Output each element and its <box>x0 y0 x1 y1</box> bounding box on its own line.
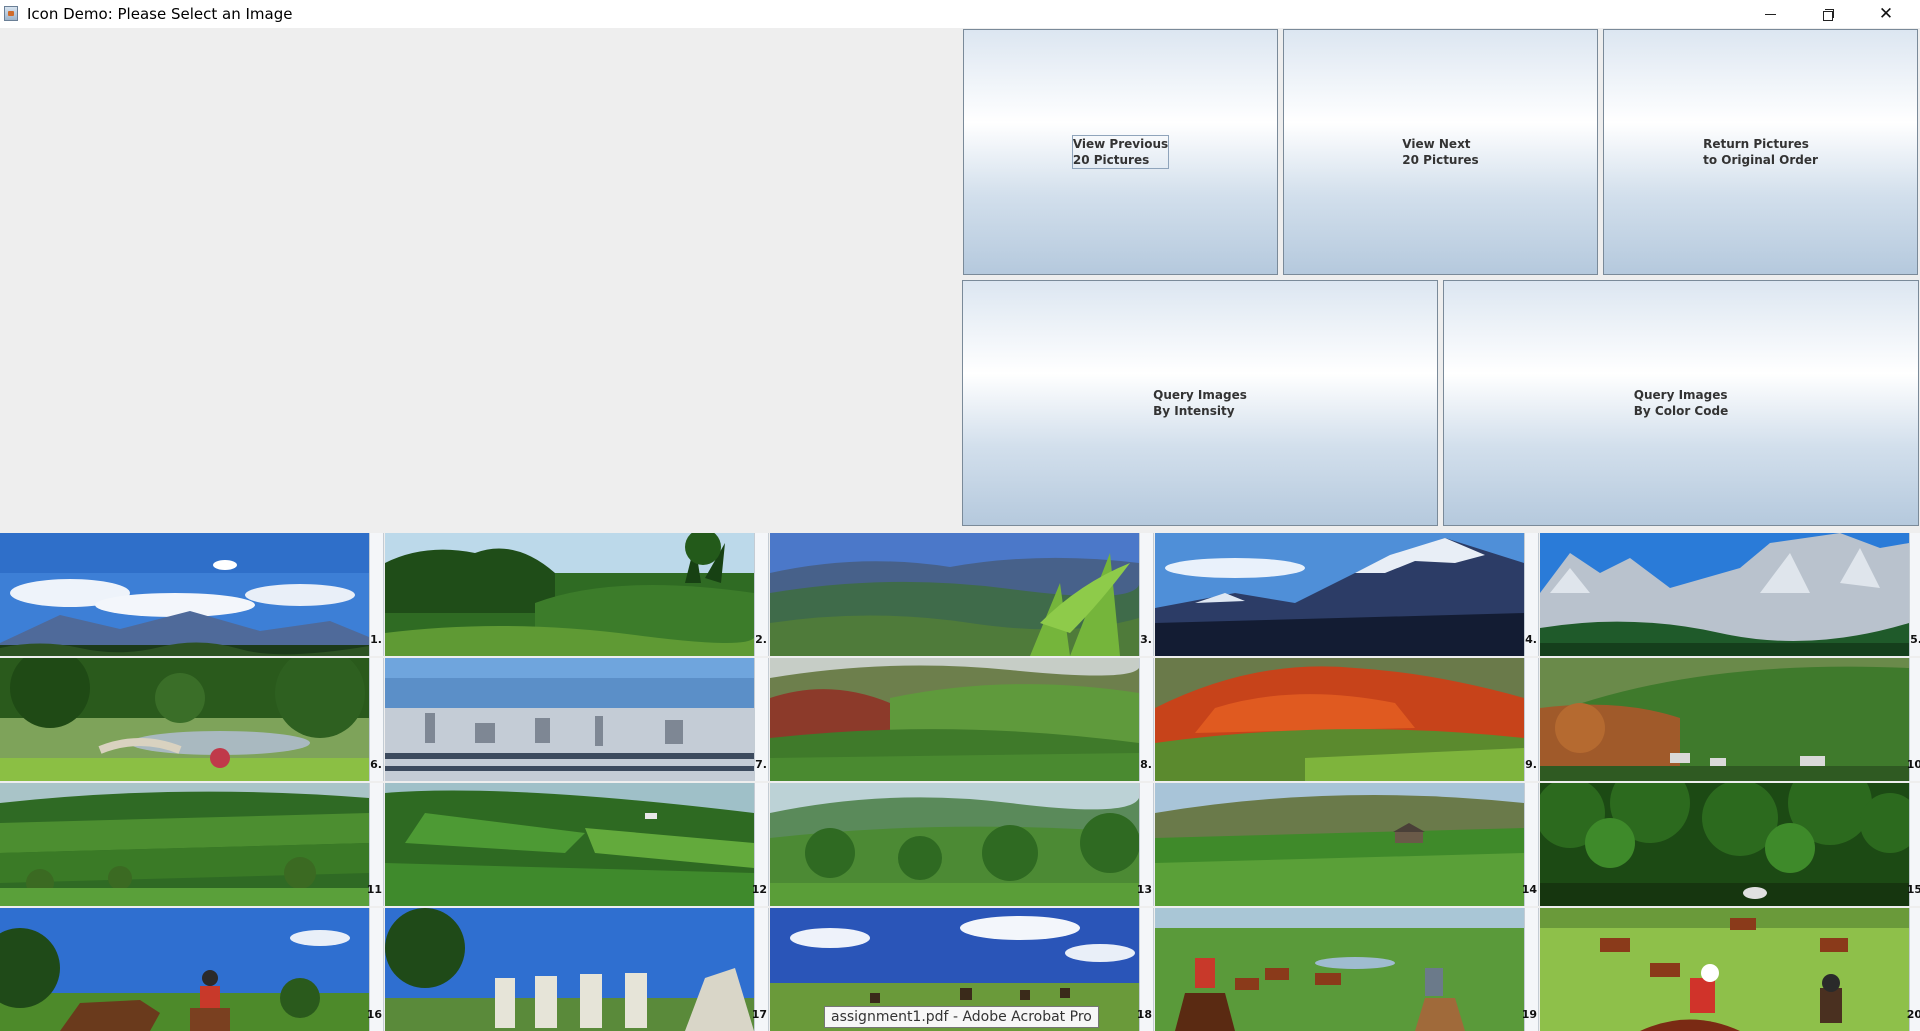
minimize-icon <box>1764 13 1776 15</box>
view-next-label: View Next 20 Pictures <box>1402 137 1479 167</box>
thumbnail-number: 12 <box>751 883 767 896</box>
close-button[interactable]: ✕ <box>1857 0 1915 28</box>
thumbnail-20[interactable]: 20 <box>1540 908 1920 1031</box>
window-title: Icon Demo: Please Select an Image <box>27 5 293 23</box>
thumbnail-13[interactable]: 13 <box>770 783 1154 906</box>
thumbnail-number: 18 <box>1136 1008 1152 1021</box>
thumbnail-image[interactable] <box>1540 533 1909 656</box>
thumbnail-image[interactable] <box>1540 658 1909 781</box>
taskbar-tooltip: assignment1.pdf - Adobe Acrobat Pro <box>824 1006 1099 1028</box>
thumbnail-number: 4. <box>1525 633 1537 646</box>
thumbnail-number: 15 <box>1906 883 1920 896</box>
thumbnail-7[interactable]: 7. <box>385 658 769 781</box>
query-by-intensity-button[interactable]: Query Images By Intensity <box>962 280 1438 526</box>
thumbnail-9[interactable]: 9. <box>1155 658 1539 781</box>
thumbnail-17[interactable]: 17 <box>385 908 769 1031</box>
close-icon: ✕ <box>1878 3 1894 24</box>
thumbnail-number: 20 <box>1906 1008 1920 1021</box>
thumbnail-image[interactable] <box>770 533 1139 656</box>
thumbnail-8[interactable]: 8. <box>770 658 1154 781</box>
thumbnail-number: 5. <box>1910 633 1920 646</box>
thumbnail-image[interactable] <box>1540 783 1909 906</box>
thumbnail-image[interactable] <box>0 658 369 781</box>
thumbnail-image[interactable] <box>0 783 369 906</box>
thumbnail-number: 8. <box>1140 758 1152 771</box>
query-by-color-code-button[interactable]: Query Images By Color Code <box>1443 280 1919 526</box>
thumbnail-11[interactable]: 11 <box>0 783 384 906</box>
thumbnail-image[interactable] <box>1155 783 1524 906</box>
title-bar: Icon Demo: Please Select an Image ✕ <box>0 0 1920 28</box>
query-by-color-code-label: Query Images By Color Code <box>1633 388 1729 418</box>
thumbnail-2[interactable]: 2. <box>385 533 769 656</box>
thumbnail-image[interactable] <box>385 908 754 1031</box>
thumbnail-image[interactable] <box>1540 908 1909 1031</box>
thumbnail-16[interactable]: 16 <box>0 908 384 1031</box>
thumbnail-image[interactable] <box>385 658 754 781</box>
thumbnail-image[interactable] <box>770 783 1139 906</box>
thumbnail-image[interactable] <box>0 533 369 656</box>
thumbnail-number: 16 <box>366 1008 382 1021</box>
thumbnail-3[interactable]: 3. <box>770 533 1154 656</box>
image-preview-area <box>0 28 960 533</box>
return-original-order-label: Return Pictures to Original Order <box>1703 137 1818 167</box>
thumbnail-10[interactable]: 10 <box>1540 658 1920 781</box>
thumbnail-19[interactable]: 19 <box>1155 908 1539 1031</box>
thumbnail-number: 10 <box>1906 758 1920 771</box>
java-app-icon <box>4 6 18 21</box>
thumbnail-image[interactable] <box>385 783 754 906</box>
restore-button[interactable] <box>1799 0 1857 28</box>
thumbnail-number: 17 <box>751 1008 767 1021</box>
thumbnail-number: 7. <box>755 758 767 771</box>
thumbnail-number: 19 <box>1521 1008 1537 1021</box>
thumbnail-1[interactable]: 1. <box>0 533 384 656</box>
thumbnail-image[interactable] <box>385 533 754 656</box>
view-next-button[interactable]: View Next 20 Pictures <box>1283 29 1598 275</box>
thumbnail-image[interactable] <box>1155 908 1524 1031</box>
thumbnail-14[interactable]: 14 <box>1155 783 1539 906</box>
thumbnail-image[interactable] <box>1155 658 1524 781</box>
thumbnail-number: 3. <box>1140 633 1152 646</box>
return-original-order-button[interactable]: Return Pictures to Original Order <box>1603 29 1918 275</box>
thumbnail-5[interactable]: 5. <box>1540 533 1920 656</box>
thumbnail-12[interactable]: 12 <box>385 783 769 906</box>
query-by-intensity-label: Query Images By Intensity <box>1153 388 1247 418</box>
thumbnail-15[interactable]: 15 <box>1540 783 1920 906</box>
view-previous-button[interactable]: View Previous 20 Pictures <box>963 29 1278 275</box>
thumbnail-number: 2. <box>755 633 767 646</box>
view-previous-label: View Previous 20 Pictures <box>1071 135 1170 169</box>
thumbnail-image[interactable] <box>1155 533 1524 656</box>
thumbnail-number: 11 <box>366 883 382 896</box>
restore-icon <box>1822 8 1834 21</box>
thumbnail-6[interactable]: 6. <box>0 658 384 781</box>
thumbnail-number: 14 <box>1521 883 1537 896</box>
thumbnail-image[interactable] <box>770 658 1139 781</box>
thumbnail-number: 1. <box>370 633 382 646</box>
thumbnail-number: 9. <box>1525 758 1537 771</box>
minimize-button[interactable] <box>1741 0 1799 28</box>
thumbnail-image[interactable] <box>0 908 369 1031</box>
thumbnail-number: 13 <box>1136 883 1152 896</box>
thumbnail-4[interactable]: 4. <box>1155 533 1539 656</box>
thumbnail-number: 6. <box>370 758 382 771</box>
